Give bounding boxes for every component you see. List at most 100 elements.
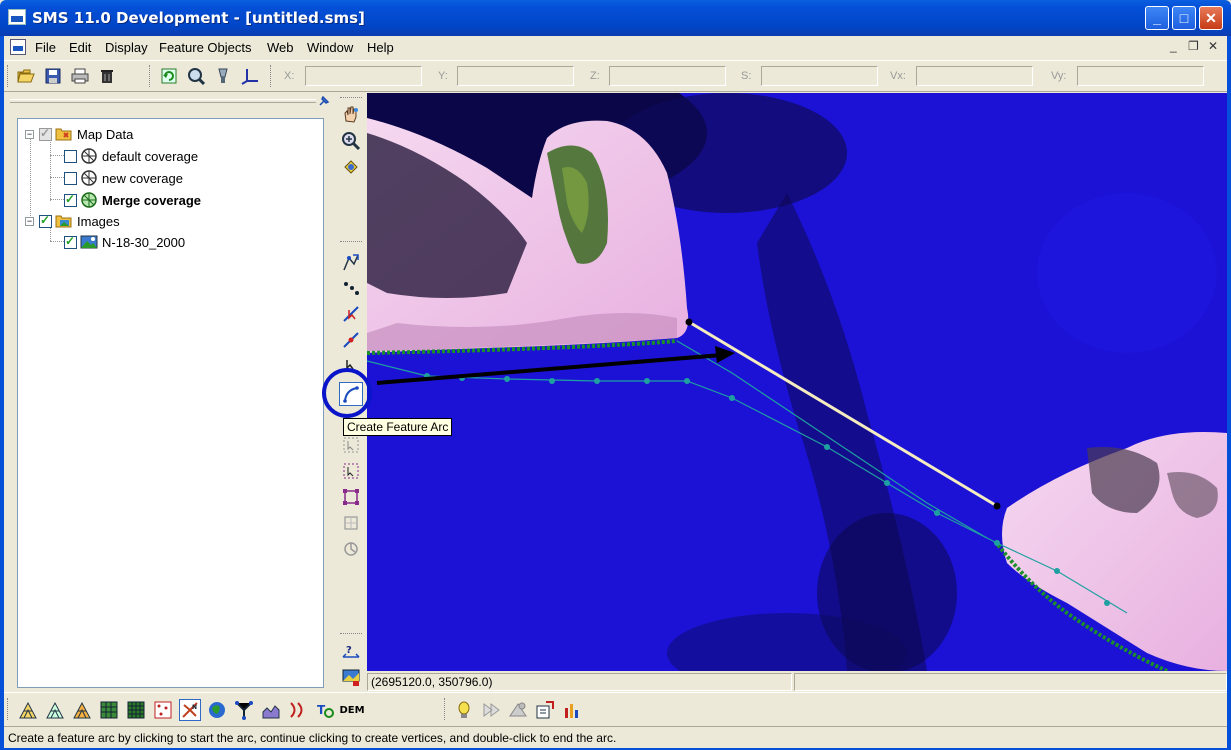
select-vertex-icon[interactable] bbox=[339, 328, 363, 352]
y-coord-label: Y: bbox=[438, 70, 448, 82]
toolbar-grip-2[interactable] bbox=[149, 65, 152, 87]
print-icon[interactable] bbox=[70, 66, 90, 86]
vy-coord-field[interactable] bbox=[1077, 66, 1204, 86]
new-coverage-label: new coverage bbox=[102, 170, 183, 186]
open-icon[interactable] bbox=[16, 66, 36, 86]
lamp-icon[interactable] bbox=[453, 699, 475, 721]
svg-text:?: ? bbox=[346, 645, 352, 656]
menu-display[interactable]: Display bbox=[105, 40, 148, 55]
tree-item-map-data[interactable]: − Map Data bbox=[25, 124, 133, 144]
vy-coord-label: Vy: bbox=[1051, 70, 1067, 82]
select-feature-arc-icon[interactable] bbox=[339, 302, 363, 326]
vx-coord-field[interactable] bbox=[916, 66, 1033, 86]
pin-icon[interactable] bbox=[318, 95, 330, 107]
map-data-checkbox[interactable] bbox=[39, 126, 52, 141]
collapse-icon[interactable]: − bbox=[25, 129, 34, 139]
palette-grip[interactable] bbox=[340, 633, 362, 636]
window-frame-right bbox=[1227, 36, 1231, 750]
z-coord-field[interactable] bbox=[609, 66, 726, 86]
step-forward-icon[interactable] bbox=[480, 699, 502, 721]
tree-item-default-coverage[interactable]: default coverage bbox=[64, 146, 198, 166]
delete-icon[interactable] bbox=[97, 66, 117, 86]
network-module-icon[interactable] bbox=[233, 699, 255, 721]
zoom-tool-icon[interactable] bbox=[339, 129, 363, 153]
menu-edit[interactable]: Edit bbox=[69, 40, 91, 55]
merge-coverage-checkbox[interactable] bbox=[64, 192, 77, 207]
collapse-icon[interactable]: − bbox=[25, 216, 34, 226]
pan-tool-icon[interactable] bbox=[339, 103, 363, 127]
s-coord-field[interactable] bbox=[761, 66, 878, 86]
create-polygon-icon[interactable] bbox=[339, 485, 363, 509]
menu-help[interactable]: Help bbox=[367, 40, 394, 55]
grid-2-icon[interactable] bbox=[125, 699, 147, 721]
palette-grip[interactable] bbox=[340, 97, 362, 100]
tree-item-merge-coverage[interactable]: Merge coverage bbox=[64, 190, 201, 210]
app-icon bbox=[8, 9, 26, 25]
tree-item-new-coverage[interactable]: new coverage bbox=[64, 168, 183, 188]
coverage-icon bbox=[80, 148, 98, 164]
quadtree-module-icon[interactable]: T bbox=[314, 699, 336, 721]
menu-web[interactable]: Web bbox=[267, 40, 294, 55]
images-checkbox[interactable] bbox=[39, 213, 52, 228]
y-coord-field[interactable] bbox=[457, 66, 574, 86]
mesh-module-icon[interactable] bbox=[17, 699, 39, 721]
select-polygon-icon[interactable] bbox=[339, 433, 363, 457]
new-coverage-checkbox[interactable] bbox=[64, 171, 77, 185]
s-coord-label: S: bbox=[741, 70, 752, 82]
toolbar-grip-2[interactable] bbox=[444, 698, 447, 720]
menu-file[interactable]: File bbox=[35, 40, 56, 55]
menu-feature-objects[interactable]: Feature Objects bbox=[159, 40, 252, 55]
document-icon[interactable] bbox=[10, 39, 26, 55]
menu-window[interactable]: Window bbox=[307, 40, 353, 55]
create-node-icon[interactable] bbox=[339, 276, 363, 300]
toolbar-grip-3[interactable] bbox=[270, 65, 273, 87]
run-model-icon[interactable] bbox=[507, 699, 529, 721]
close-button[interactable]: ✕ bbox=[1199, 6, 1223, 30]
transform-icon[interactable] bbox=[339, 537, 363, 561]
particle-module-icon[interactable] bbox=[287, 699, 309, 721]
scatter-module-icon[interactable] bbox=[152, 699, 174, 721]
title-bar: SMS 11.0 Development - [untitled.sms] _ … bbox=[0, 0, 1231, 36]
data-calculator-icon[interactable] bbox=[561, 699, 583, 721]
maximize-button[interactable]: □ bbox=[1172, 6, 1196, 30]
display-options-icon[interactable] bbox=[339, 665, 363, 689]
rotate-tool-icon[interactable] bbox=[339, 155, 363, 179]
help-tool-icon[interactable]: ? bbox=[339, 639, 363, 663]
tooltip: Create Feature Arc bbox=[343, 418, 453, 436]
select-grid-frame-icon[interactable] bbox=[339, 511, 363, 535]
refresh-icon[interactable] bbox=[159, 66, 179, 86]
frame-icon[interactable] bbox=[186, 66, 206, 86]
mdi-close-button[interactable]: ✕ bbox=[1208, 39, 1218, 53]
select-feature-point-icon[interactable] bbox=[339, 250, 363, 274]
default-coverage-label: default coverage bbox=[102, 148, 199, 164]
maximize-icon: □ bbox=[1179, 10, 1189, 26]
zoom-icon[interactable] bbox=[213, 66, 233, 86]
close-icon: ✕ bbox=[1205, 9, 1217, 26]
toolbar-grip[interactable] bbox=[7, 65, 10, 87]
image-checkbox[interactable] bbox=[64, 234, 77, 249]
map-module-icon[interactable]: N bbox=[179, 699, 201, 721]
panel-grip[interactable] bbox=[10, 99, 316, 103]
mdi-minimize-button[interactable]: _ bbox=[1170, 39, 1177, 53]
tree-item-images[interactable]: − Images bbox=[25, 211, 120, 231]
axes-icon[interactable] bbox=[240, 66, 260, 86]
mdi-restore-button[interactable]: ❐ bbox=[1188, 39, 1199, 53]
mesh-module-3-icon[interactable] bbox=[71, 699, 93, 721]
gis-module-icon[interactable] bbox=[206, 699, 228, 721]
dem-module-icon[interactable]: DEM bbox=[339, 699, 364, 721]
save-icon[interactable] bbox=[43, 66, 63, 86]
select-feature-polygon-icon[interactable] bbox=[339, 459, 363, 483]
x-coord-field[interactable] bbox=[305, 66, 422, 86]
default-coverage-checkbox[interactable] bbox=[64, 149, 77, 163]
map-viewport[interactable] bbox=[367, 93, 1227, 671]
project-tree[interactable]: − Map Data default coverage new coverage bbox=[17, 118, 324, 688]
mesh-module-2-icon[interactable] bbox=[44, 699, 66, 721]
image-icon bbox=[80, 234, 98, 250]
tree-item-image[interactable]: N-18-30_2000 bbox=[64, 232, 185, 252]
palette-grip[interactable] bbox=[340, 241, 362, 244]
minimize-button[interactable]: _ bbox=[1145, 6, 1169, 30]
toolbar-grip[interactable] bbox=[7, 698, 10, 720]
chart-module-icon[interactable] bbox=[260, 699, 282, 721]
model-control-icon[interactable] bbox=[534, 699, 556, 721]
cartesian-grid-icon[interactable] bbox=[98, 699, 120, 721]
